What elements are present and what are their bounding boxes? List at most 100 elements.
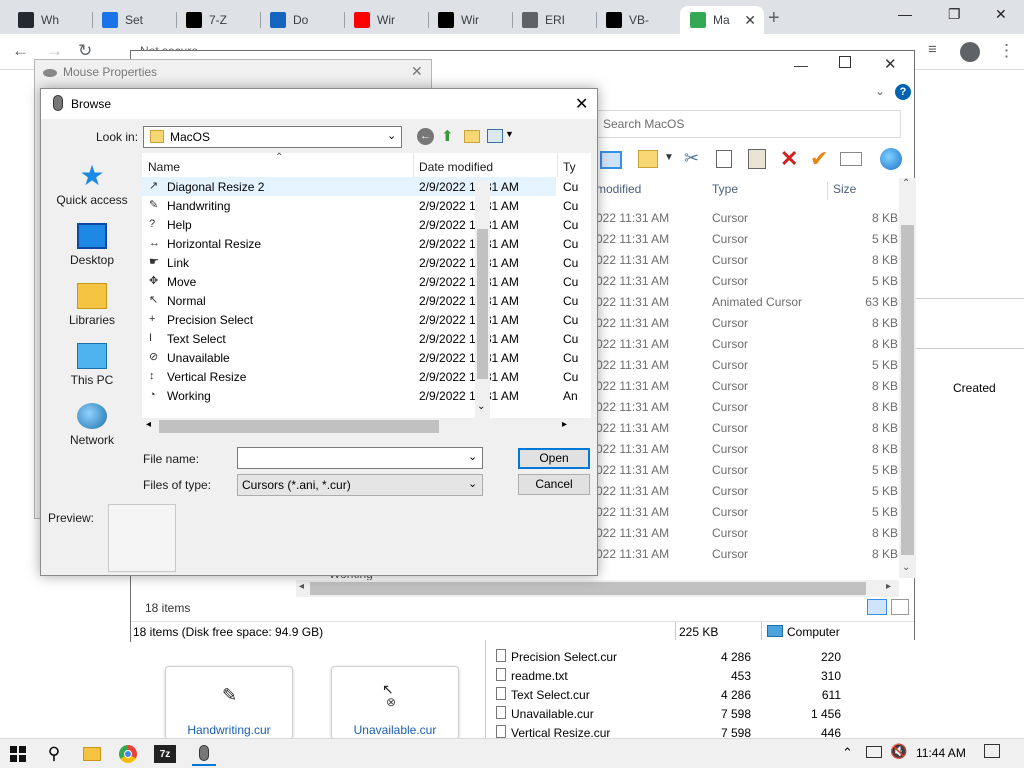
mouse-app-icon[interactable] <box>192 742 216 766</box>
explorer-vertical-scrollbar[interactable]: ⌃ ⌄ <box>899 178 916 578</box>
paste-icon[interactable] <box>748 149 766 169</box>
modified-column-header[interactable]: modified <box>596 182 641 196</box>
copy-icon[interactable] <box>716 150 732 168</box>
explorer-row[interactable]: 022 11:31 AM Cursor 8 KB <box>596 208 901 229</box>
browser-tab[interactable]: Wir <box>344 6 428 34</box>
chrome-icon[interactable] <box>116 742 140 766</box>
media-icon[interactable]: ≡ <box>928 41 937 58</box>
dropdown-arrow-icon[interactable]: ▼ <box>664 152 674 163</box>
browser-tab[interactable]: ERI <box>512 6 596 34</box>
lower-list-row[interactable]: Unavailable.cur 7 598 1 456 <box>496 704 916 723</box>
browser-tab[interactable]: Set <box>92 6 176 34</box>
file-row[interactable]: ↗ Diagonal Resize 2 2/9/2022 11:31 AM Cu <box>142 177 578 196</box>
explorer-row[interactable]: 022 11:31 AM Cursor 8 KB <box>596 397 901 418</box>
new-tab-button[interactable]: + <box>768 7 780 30</box>
explorer-row[interactable]: 022 11:31 AM Cursor 5 KB <box>596 460 901 481</box>
cancel-button[interactable]: Cancel <box>518 474 590 495</box>
start-icon[interactable] <box>6 742 30 766</box>
scroll-up-icon[interactable]: ⌃ <box>902 178 910 189</box>
sevenzip-icon[interactable]: 7z <box>154 745 176 763</box>
explorer-row[interactable]: 022 11:31 AM Cursor 8 KB <box>596 544 901 565</box>
scroll-left-icon[interactable]: ◂ <box>299 581 304 592</box>
scroll-thumb[interactable] <box>901 225 914 555</box>
browser-tab[interactable]: Do <box>260 6 344 34</box>
maximize-button[interactable]: ❐ <box>948 6 961 23</box>
cursor-card-unavailable[interactable]: ↖ ⊗ Unavailable.cur <box>331 666 459 740</box>
check-icon[interactable]: ✔ <box>810 146 828 172</box>
explorer-row[interactable]: 022 11:31 AM Cursor 8 KB <box>596 376 901 397</box>
profile-avatar[interactable] <box>960 42 980 62</box>
date-column-header[interactable]: Date modified <box>419 160 493 174</box>
search-icon[interactable]: ⚲ <box>42 742 66 766</box>
file-list-horizontal-scrollbar[interactable]: ◂ ▸ <box>142 418 574 435</box>
notifications-icon[interactable] <box>984 744 1000 758</box>
back-arrow-icon[interactable]: ← <box>417 128 434 145</box>
file-row[interactable]: ⊘ Unavailable 2/9/2022 11:31 AM Cu <box>142 348 578 367</box>
scroll-thumb[interactable] <box>477 229 488 379</box>
type-column-header[interactable]: Type <box>712 182 738 196</box>
lower-list-row[interactable]: readme.txt 453 310 <box>496 666 916 685</box>
view-menu-arrow-icon[interactable]: ▼ <box>505 129 514 139</box>
volume-muted-icon[interactable]: 🔇 <box>890 743 907 760</box>
place-desktop[interactable]: Desktop <box>49 223 135 267</box>
browse-close-button[interactable]: ✕ <box>575 94 588 114</box>
browser-tab[interactable]: Wh <box>8 6 92 34</box>
file-row[interactable]: I Text Select 2/9/2022 11:31 AM Cu <box>142 329 578 348</box>
back-icon[interactable]: ← <box>12 41 29 61</box>
close-window-button[interactable]: ✕ <box>995 6 1007 23</box>
explorer-row[interactable]: 022 11:31 AM Cursor 8 KB <box>596 418 901 439</box>
lower-list-row[interactable]: Text Select.cur 4 286 611 <box>496 685 916 704</box>
scroll-right-icon[interactable]: ▸ <box>886 581 891 592</box>
properties-icon[interactable] <box>840 152 862 166</box>
network-icon[interactable] <box>866 746 882 758</box>
file-row[interactable]: ✎ Handwriting 2/9/2022 11:31 AM Cu <box>142 196 578 215</box>
scroll-right-icon[interactable]: ▸ <box>562 419 567 430</box>
file-row[interactable]: ↖ Normal 2/9/2022 11:31 AM Cu <box>142 291 578 310</box>
explorer-row[interactable]: 022 11:31 AM Cursor 8 KB <box>596 313 901 334</box>
open-button[interactable]: Open <box>518 448 590 469</box>
explorer-row[interactable]: 022 11:31 AM Cursor 8 KB <box>596 250 901 271</box>
large-icons-view-icon[interactable] <box>891 599 909 615</box>
explorer-row[interactable]: 022 11:31 AM Cursor 5 KB <box>596 481 901 502</box>
file-row[interactable]: ? Help 2/9/2022 11:31 AM Cu <box>142 215 578 234</box>
chevron-down-icon[interactable]: ⌄ <box>468 450 477 463</box>
folder-options-icon[interactable] <box>638 150 658 168</box>
file-type-select[interactable]: Cursors (*.ani, *.cur) ⌄ <box>237 474 483 496</box>
delete-icon[interactable]: ✕ <box>780 146 798 172</box>
name-column-header[interactable]: Name <box>148 160 180 174</box>
place-quick-access[interactable]: ★ Quick access <box>49 162 135 208</box>
explorer-minimize-button[interactable]: — <box>794 57 808 73</box>
scroll-left-icon[interactable]: ◂ <box>146 419 151 430</box>
close-tab-icon[interactable]: ✕ <box>744 12 756 29</box>
file-row[interactable]: ↕ Vertical Resize 2/9/2022 11:31 AM Cu <box>142 367 578 386</box>
place-libraries[interactable]: Libraries <box>49 283 135 327</box>
place-network[interactable]: Network <box>49 403 135 447</box>
lower-list-row[interactable]: Precision Select.cur 4 286 220 <box>496 647 916 666</box>
forward-icon[interactable]: → <box>46 41 63 61</box>
globe-icon[interactable] <box>880 148 902 170</box>
explorer-row[interactable]: 022 11:31 AM Cursor 5 KB <box>596 355 901 376</box>
explorer-row[interactable]: 022 11:31 AM Cursor 8 KB <box>596 523 901 544</box>
explorer-horizontal-scrollbar[interactable]: ◂ ▸ <box>296 580 899 597</box>
search-input[interactable]: Search MacOS <box>596 110 901 138</box>
browser-tab[interactable]: VB- <box>596 6 680 34</box>
reload-icon[interactable]: ↻ <box>78 41 92 61</box>
cut-icon[interactable]: ✂ <box>684 148 699 169</box>
minimize-button[interactable]: — <box>898 6 912 22</box>
place-this-pc[interactable]: This PC <box>49 343 135 387</box>
up-folder-icon[interactable]: ⬆ <box>441 127 454 145</box>
file-name-input[interactable]: ⌄ <box>237 447 483 469</box>
view-pane-icon[interactable] <box>600 151 622 169</box>
explorer-row[interactable]: 022 11:31 AM Cursor 5 KB <box>596 229 901 250</box>
hscroll-thumb[interactable] <box>159 420 439 433</box>
scroll-down-icon[interactable]: ⌄ <box>902 562 910 573</box>
scroll-down-icon[interactable]: ⌄ <box>477 401 485 412</box>
clock[interactable]: 11:44 AM <box>916 746 966 760</box>
cursor-card-handwriting[interactable]: ✎ Handwriting.cur <box>165 666 293 740</box>
size-column-header[interactable]: Size <box>833 182 856 196</box>
file-list-vertical-scrollbar[interactable]: ⌄ <box>475 181 490 419</box>
explorer-row[interactable]: 022 11:31 AM Cursor 5 KB <box>596 271 901 292</box>
hscroll-thumb[interactable] <box>310 582 866 595</box>
explorer-row[interactable]: 022 11:31 AM Animated Cursor 63 KB <box>596 292 901 313</box>
explorer-row[interactable]: 022 11:31 AM Cursor 8 KB <box>596 334 901 355</box>
